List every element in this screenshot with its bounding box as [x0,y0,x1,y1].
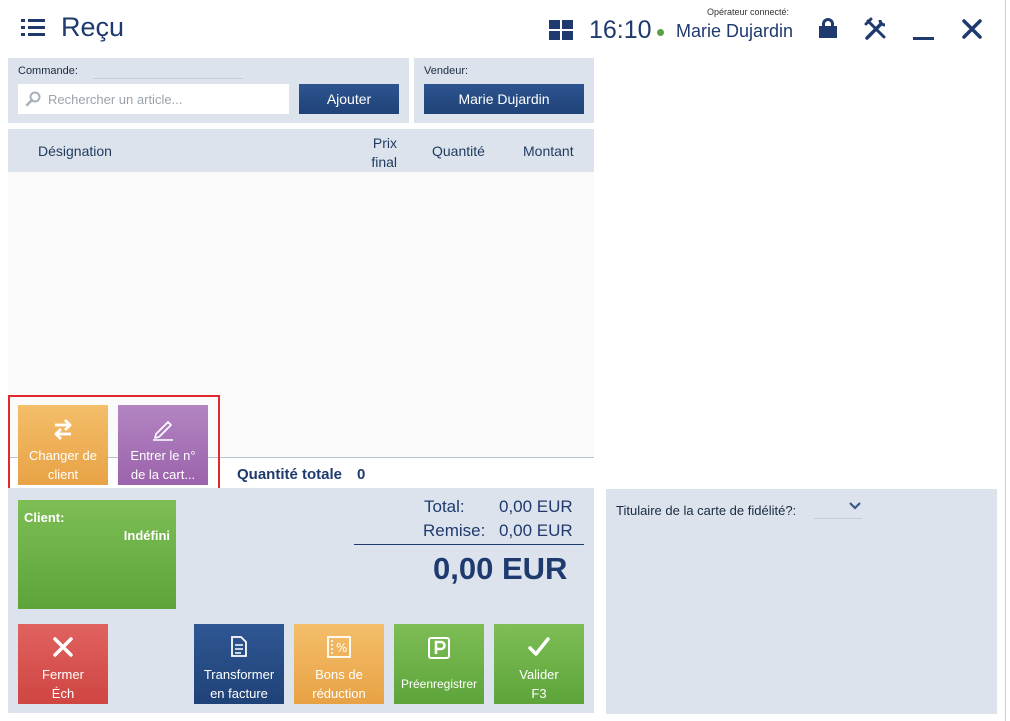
loyalty-label: Titulaire de la carte de fidélité?: [616,503,797,518]
column-final-price-line1: Prix [372,135,397,151]
header: Reçu 16:10 Opérateur connecté: Marie Duj… [0,0,1010,58]
discount-value: 0,00 EUR [499,521,573,540]
lock-icon[interactable] [813,14,843,44]
window-border [1005,0,1006,721]
column-final-price-line2: final [371,154,397,170]
close-label-1: Fermer [42,667,84,682]
invoice-label-1: Transformer [203,667,275,682]
transform-invoice-button[interactable]: Transformer en facture [194,624,284,704]
close-icon[interactable] [957,14,987,44]
vouchers-button[interactable]: % Bons de réduction [294,624,384,704]
loyalty-dropdown[interactable] [814,499,862,519]
x-icon [53,637,73,657]
search-icon [25,91,41,107]
grand-total: 0,00 EUR [433,551,568,586]
preregister-button[interactable]: Préenregistrer [394,624,484,704]
client-tile[interactable]: Client: Indéfini [18,500,176,609]
validate-label-2: F3 [531,686,547,701]
order-number-field[interactable] [93,78,243,79]
search-input[interactable] [48,84,284,114]
column-final-price[interactable]: Prix final [371,134,397,172]
validate-label-1: Valider [519,667,559,682]
operator-name[interactable]: Marie Dujardin [676,21,793,42]
order-label: Commande: [18,65,78,77]
total-value: 0,00 EUR [499,497,573,516]
highlight-annotation [8,395,220,494]
online-status-icon [657,29,664,36]
search-box[interactable] [18,84,289,114]
minimize-icon[interactable] [909,14,939,44]
total-label: Total: [424,497,465,516]
loyalty-panel: Titulaire de la carte de fidélité?: [606,489,997,714]
vouchers-label-2: réduction [312,686,366,701]
discount-label: Remise: [423,521,486,540]
client-label: Client: [24,510,65,525]
percent-icon: % [327,636,351,658]
invoice-icon [231,636,247,657]
invoice-label-2: en facture [210,686,268,701]
operator-label: Opérateur connecté: [707,7,790,17]
totals-divider [354,544,584,545]
column-quantity[interactable]: Quantité [432,143,485,159]
grid-icon[interactable] [549,20,573,40]
client-value: Indéfini [123,528,170,543]
check-icon [528,637,550,656]
items-table-header: Désignation Prix final Quantité Montant [8,129,594,172]
column-designation[interactable]: Désignation [38,143,112,159]
vouchers-label-1: Bons de [315,667,363,682]
vendor-label: Vendeur: [424,65,469,77]
parking-icon [428,637,450,659]
column-amount[interactable]: Montant [523,143,574,159]
svg-text:%: % [336,641,347,655]
preregister-label: Préenregistrer [400,677,478,691]
close-receipt-button[interactable]: Fermer Éch [18,624,108,704]
vendor-button[interactable]: Marie Dujardin [424,84,584,114]
close-label-2: Éch [51,686,75,701]
pos-window: Reçu 16:10 Opérateur connecté: Marie Duj… [0,0,1010,721]
clock: 16:10 [589,16,652,44]
validate-button[interactable]: Valider F3 [494,624,584,704]
tools-icon[interactable] [861,14,891,44]
add-button[interactable]: Ajouter [299,84,399,114]
menu-icon[interactable] [21,19,45,39]
chevron-down-icon [849,502,861,510]
page-title: Reçu [61,12,125,42]
quantity-total-label: Quantité totale [237,466,343,483]
quantity-total-value: 0 [357,466,366,483]
